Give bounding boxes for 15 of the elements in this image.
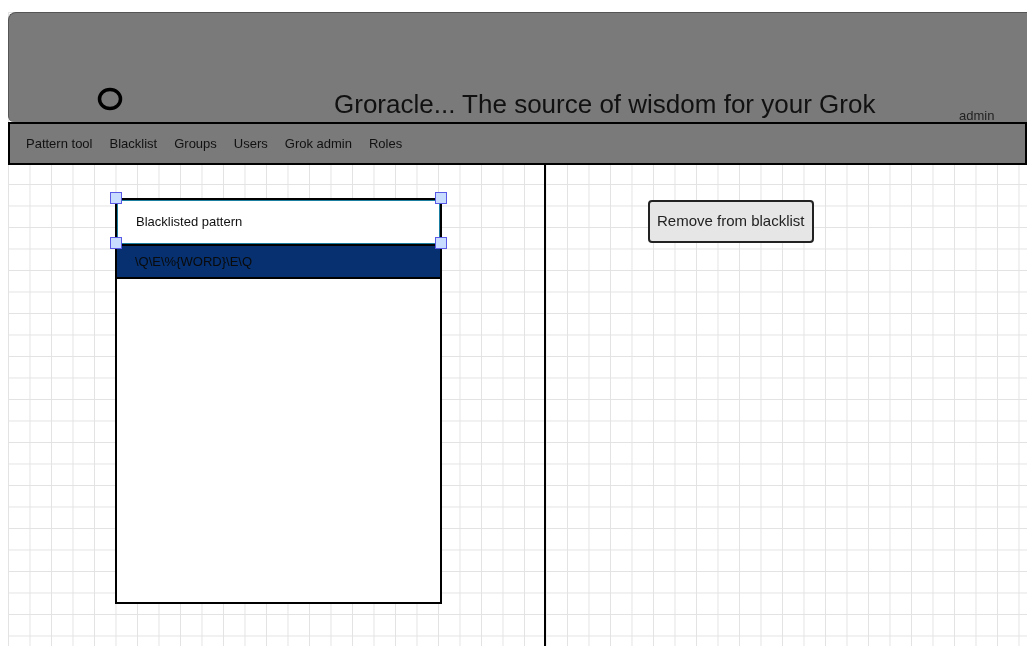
resize-handle[interactable] (435, 237, 447, 249)
nav-link[interactable]: Groups (174, 133, 217, 154)
resize-handle[interactable] (435, 192, 447, 204)
list-header: Blacklisted pattern (117, 200, 440, 244)
resize-handle[interactable] (110, 192, 122, 204)
nav-link[interactable]: Users (233, 133, 268, 154)
app-title: Groracle... The source of wisdom for your Grok (334, 88, 876, 121)
nav-link[interactable]: Blacklist (109, 133, 158, 154)
user-name: admin (959, 107, 995, 125)
nav-link[interactable]: Pattern tool (26, 133, 93, 154)
circle-icon (97, 87, 123, 111)
nav-link[interactable]: Roles (369, 133, 403, 154)
resize-handle[interactable] (110, 237, 122, 249)
nav-link[interactable]: Grok admin (284, 133, 352, 154)
remove-from-blacklist-button[interactable]: Remove from blacklist (648, 200, 814, 243)
